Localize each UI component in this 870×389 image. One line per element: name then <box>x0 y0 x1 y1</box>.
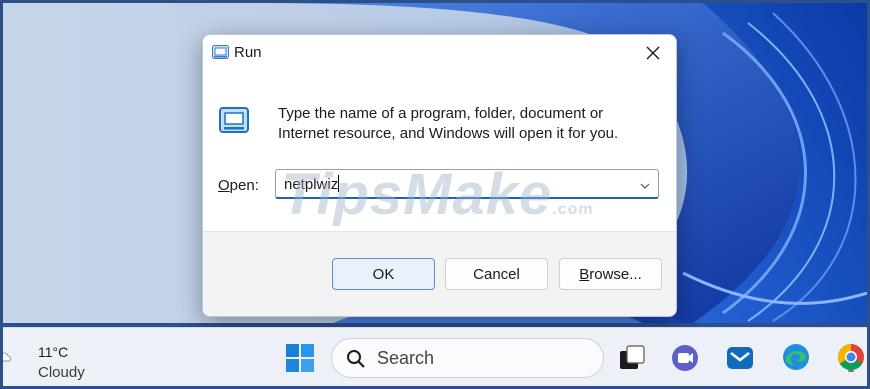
run-large-icon <box>219 107 249 138</box>
meet-app-button[interactable] <box>670 343 700 378</box>
browse-button[interactable]: Browse... <box>559 258 662 290</box>
ok-button[interactable]: OK <box>332 258 435 290</box>
dialog-footer: OK Cancel Browse... <box>203 231 676 316</box>
dialog-title: Run <box>234 44 262 61</box>
open-label: Open: <box>218 177 259 194</box>
browse-accelerator: B <box>579 265 590 283</box>
start-button[interactable] <box>286 344 314 377</box>
search-placeholder: Search <box>377 348 435 368</box>
open-combobox[interactable]: netplwiz <box>275 169 659 199</box>
close-button[interactable] <box>638 40 668 66</box>
chrome-app-button[interactable] <box>837 342 865 377</box>
browse-label: rowse... <box>589 265 642 283</box>
task-view-button[interactable] <box>618 344 646 377</box>
open-input[interactable]: netplwiz <box>284 175 340 193</box>
chrome-icon <box>837 343 864 372</box>
weather-condition: Cloudy <box>38 364 85 381</box>
screen: Run Type the name of a program, folder, … <box>0 0 870 389</box>
meet-icon <box>672 345 698 371</box>
run-icon <box>212 45 229 64</box>
open-input-value: netplwiz <box>284 176 339 193</box>
mail-app-button[interactable] <box>725 343 755 378</box>
chevron-down-icon <box>640 183 650 189</box>
task-view-icon <box>620 345 645 369</box>
dialog-description: Type the name of a program, folder, docu… <box>278 104 658 144</box>
search-icon <box>347 350 365 368</box>
open-label-accelerator: O <box>218 177 230 194</box>
run-dialog: Run Type the name of a program, folder, … <box>202 34 677 317</box>
edge-icon <box>783 344 809 370</box>
close-icon <box>646 46 660 60</box>
weather-widget[interactable]: 11°C Cloudy <box>3 334 123 382</box>
weather-temperature: 11°C <box>38 344 69 360</box>
cancel-button[interactable]: Cancel <box>445 258 548 290</box>
cloud-icon <box>3 352 12 362</box>
dropdown-button[interactable] <box>639 178 651 196</box>
mail-icon <box>727 347 753 369</box>
description-line: Internet resource, and Windows will open… <box>278 125 619 142</box>
taskbar: 11°C Cloudy Search <box>3 327 867 386</box>
text-caret <box>338 175 340 192</box>
taskbar-search[interactable]: Search <box>331 338 604 378</box>
description-line: Type the name of a program, folder, docu… <box>278 105 604 122</box>
edge-app-button[interactable] <box>781 342 811 377</box>
title-bar[interactable]: Run <box>203 35 676 71</box>
open-label-text: pen: <box>229 177 259 194</box>
windows-start-icon <box>286 344 314 372</box>
